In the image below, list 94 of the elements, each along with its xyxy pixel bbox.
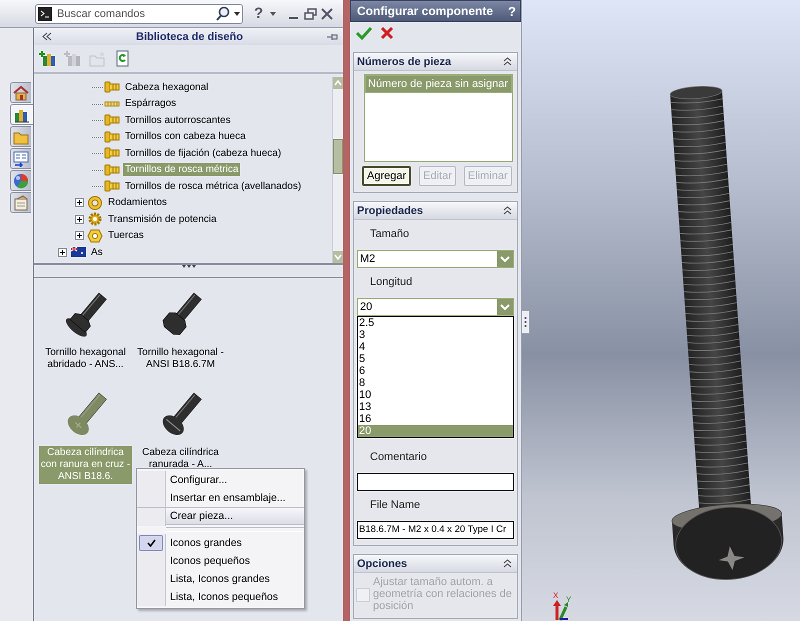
expander-icon[interactable]	[75, 214, 84, 224]
field-label: Longitud	[370, 276, 414, 290]
clipboard-icon	[13, 194, 29, 210]
close-icon[interactable]	[321, 8, 334, 20]
side-tab[interactable]	[10, 104, 33, 125]
panel-title: Biblioteca de diseño	[135, 30, 244, 42]
tree-item[interactable]: Tornillos de rosca métrica (avellanados)	[123, 180, 304, 193]
expander-icon[interactable]	[58, 248, 67, 257]
tree-item[interactable]: Rodamientos	[106, 196, 169, 210]
collapse-icon[interactable]	[42, 32, 52, 41]
menu-item[interactable]: Configurar...	[137, 471, 304, 489]
bolt-icon	[104, 80, 120, 94]
text-field[interactable]: B18.6.7M - M2 x 0.4 x 20 Type I Cr	[357, 521, 514, 539]
tree-item[interactable]: Tornillos autorroscantes	[123, 114, 233, 127]
check-icon	[146, 539, 156, 547]
caret-icon[interactable]	[234, 12, 240, 16]
grip-icon	[524, 316, 527, 328]
select-field[interactable]: M2	[357, 250, 514, 268]
search-icon	[215, 6, 231, 22]
dropdown-option[interactable]: 5	[358, 353, 513, 365]
cancel-icon[interactable]	[380, 26, 394, 40]
menu-item[interactable]: Lista, Iconos grandes	[137, 570, 304, 588]
scroll-thumb[interactable]	[333, 139, 343, 174]
house-icon	[13, 84, 29, 100]
bearing-icon	[87, 196, 103, 210]
panel-handle[interactable]	[522, 310, 530, 334]
item-label[interactable]: Tornillo hexagonal abridado - ANS...	[39, 346, 132, 372]
field-label: Tamaño	[370, 228, 410, 242]
tree-item[interactable]: Tornillos de fijación (cabeza hueca)	[123, 146, 284, 160]
select-field[interactable]: 20	[357, 298, 514, 316]
flag-icon	[70, 245, 86, 260]
menu-item[interactable]: Lista, Iconos pequeños	[137, 588, 304, 606]
dropdown-option[interactable]: 16	[358, 413, 513, 425]
tree-item[interactable]: Espárragos	[123, 97, 178, 110]
dropdown-option[interactable]: 8	[358, 377, 513, 389]
help-button[interactable]: ?	[253, 5, 264, 22]
dropdown-option[interactable]: 6	[358, 365, 513, 377]
item-label[interactable]: Tornillo hexagonal - ANSI B18.6.7M	[134, 346, 227, 372]
tree-item[interactable]: Cabeza hexagonal	[123, 80, 210, 94]
search-input[interactable]: Buscar comandos	[55, 6, 212, 20]
dropdown-option[interactable]: 3	[358, 329, 513, 341]
menu-item[interactable]: Iconos pequeños	[137, 552, 304, 570]
tree-item[interactable]: Tornillos con cabeza hueca	[123, 130, 248, 144]
help-button[interactable]: ?	[508, 4, 516, 18]
text-field[interactable]	[357, 473, 514, 491]
dropdown-option[interactable]: 10	[358, 389, 513, 401]
tree-item[interactable]: Transmisión de potencia	[106, 212, 219, 226]
collapse-icon[interactable]	[503, 57, 512, 66]
refresh-icon	[114, 50, 131, 67]
bolt-icon	[104, 113, 120, 128]
books-plus-icon	[39, 50, 56, 67]
dropdown-option[interactable]: 2.5	[358, 317, 513, 329]
bolt-icon	[104, 130, 120, 144]
dropdown-option[interactable]: 13	[358, 401, 513, 413]
grip-icon[interactable]	[182, 265, 196, 269]
bolt-icon	[104, 179, 120, 194]
tree-item[interactable]: As	[89, 246, 105, 259]
menu-item[interactable]: Crear pieza...	[137, 507, 304, 525]
menu-item[interactable]: Iconos grandes	[137, 534, 304, 552]
caret-icon[interactable]	[270, 12, 276, 16]
books-plus-icon	[64, 50, 81, 67]
dropdown-option[interactable]: 4	[358, 341, 513, 353]
field-label: File Name	[370, 499, 422, 513]
axis-triad-drawing: X Y	[553, 591, 572, 621]
collapse-icon[interactable]	[503, 206, 512, 215]
toolbar-button[interactable]	[38, 49, 57, 68]
restore-icon[interactable]	[304, 8, 318, 20]
side-tab[interactable]	[10, 82, 31, 103]
nut-icon	[87, 228, 103, 243]
field-label: Comentario	[370, 451, 428, 465]
item-label[interactable]: Cabeza cilíndrica ranurada - A...	[134, 446, 227, 472]
bolt-icon	[104, 162, 120, 177]
menu-item[interactable]: Insertar en ensamblaje...	[137, 489, 304, 507]
scrollbar[interactable]	[332, 77, 343, 263]
bolt-icon	[104, 146, 120, 160]
collapse-icon[interactable]	[503, 559, 512, 568]
expander-icon[interactable]	[75, 198, 84, 208]
gear-icon	[87, 212, 103, 226]
checkbox-label: Ajustar tamaño autom. a geometría con relaciones de posición	[373, 576, 513, 612]
list-icon	[13, 150, 29, 166]
section-title: Propiedades	[357, 204, 424, 216]
terminal-icon	[38, 6, 52, 20]
tree-item[interactable]: Tuercas	[106, 229, 146, 242]
search-field[interactable]: Buscar comandos	[35, 4, 243, 24]
sphere-icon	[13, 172, 29, 188]
panel-button[interactable]: Agregar	[362, 166, 412, 186]
pin-icon[interactable]	[327, 32, 339, 42]
side-tab[interactable]	[10, 148, 31, 169]
folder-icon	[89, 50, 106, 67]
ok-icon[interactable]	[356, 26, 372, 40]
section-title: Números de pieza	[357, 56, 452, 68]
section-title: Opciones	[357, 558, 408, 570]
expander-icon[interactable]	[75, 231, 84, 240]
panel-title: Configurar componente	[357, 4, 494, 18]
